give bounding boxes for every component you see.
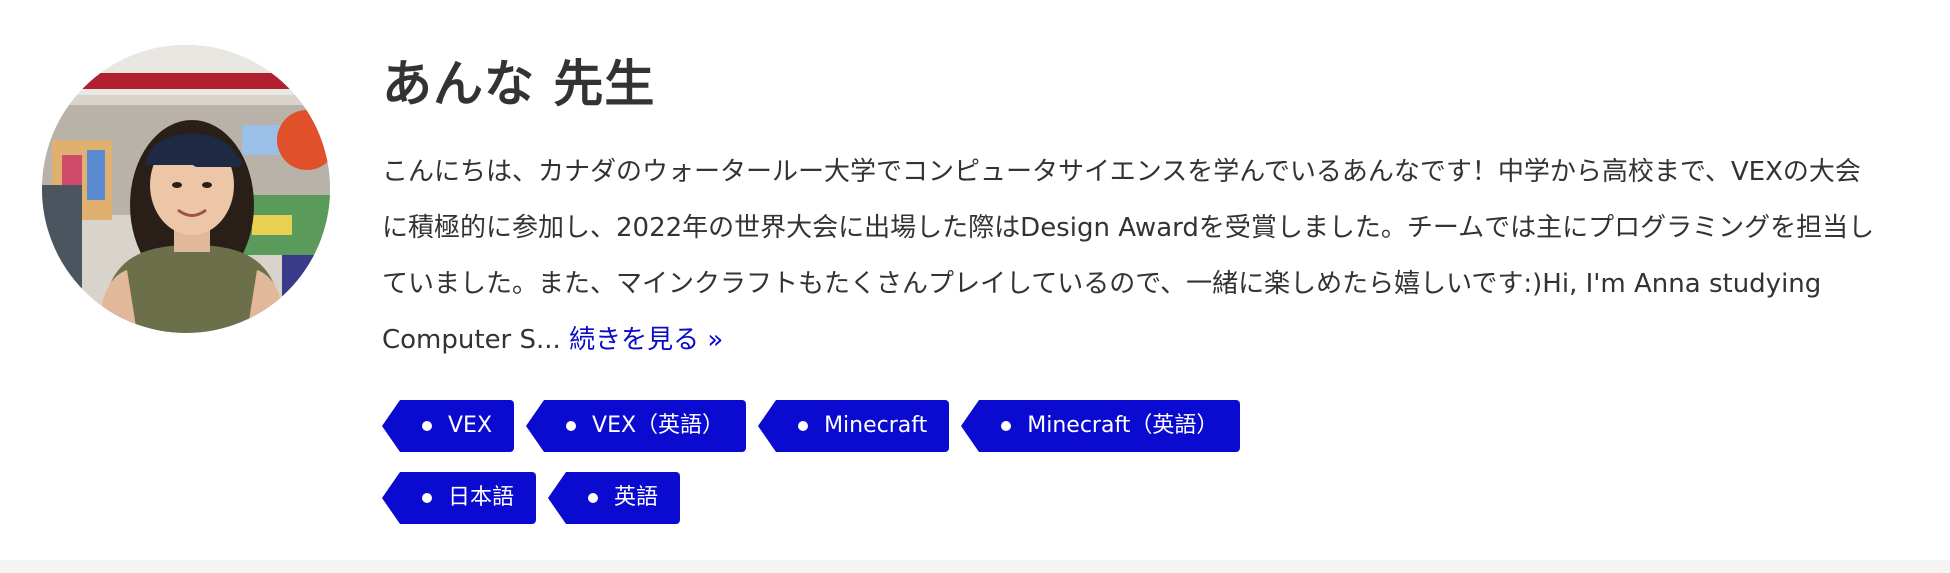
teacher-info: あんな 先生 こんにちは、カナダのウォータールー大学でコンピュータサイエンスを学… <box>381 40 1882 524</box>
teacher-profile-card: あんな 先生 こんにちは、カナダのウォータールー大学でコンピュータサイエンスを学… <box>0 0 1950 560</box>
tag-label: Minecraft <box>824 413 928 438</box>
tag-row: VEX VEX（英語） Minecraft Minecraft（英語） <box>381 400 1282 452</box>
dot-icon <box>588 493 599 503</box>
tag-vex-english[interactable]: VEX（英語） <box>526 400 747 452</box>
teacher-photo <box>42 45 330 333</box>
dot-icon <box>1001 421 1012 431</box>
dot-icon <box>422 493 432 503</box>
tag-japanese[interactable]: 日本語 <box>381 472 537 524</box>
tag-english[interactable]: 英語 <box>548 472 681 524</box>
tag-list: VEX VEX（英語） Minecraft Minecraft（英語） 日本語 … <box>381 400 1282 544</box>
teacher-bio: こんにちは、カナダのウォータールー大学でコンピュータサイエンスを学んでいるあんな… <box>382 144 1882 368</box>
tag-label: 日本語 <box>448 485 515 510</box>
tag-minecraft[interactable]: Minecraft <box>758 400 950 452</box>
tag-row: 日本語 英語 <box>381 472 1282 524</box>
teacher-avatar <box>42 45 330 333</box>
tag-vex[interactable]: VEX <box>381 400 515 452</box>
dot-icon <box>422 421 432 431</box>
tag-label: VEX（英語） <box>592 413 725 438</box>
dot-icon <box>566 421 577 431</box>
tag-label: 英語 <box>614 485 659 510</box>
tag-minecraft-english[interactable]: Minecraft（英語） <box>961 400 1241 452</box>
read-more-link[interactable]: 続きを見る » <box>569 325 723 355</box>
teacher-name: あんな 先生 <box>382 55 656 113</box>
tag-label: VEX <box>448 413 493 438</box>
dot-icon <box>798 421 809 431</box>
tag-label: Minecraft（英語） <box>1027 413 1219 438</box>
page-divider <box>0 560 1950 573</box>
